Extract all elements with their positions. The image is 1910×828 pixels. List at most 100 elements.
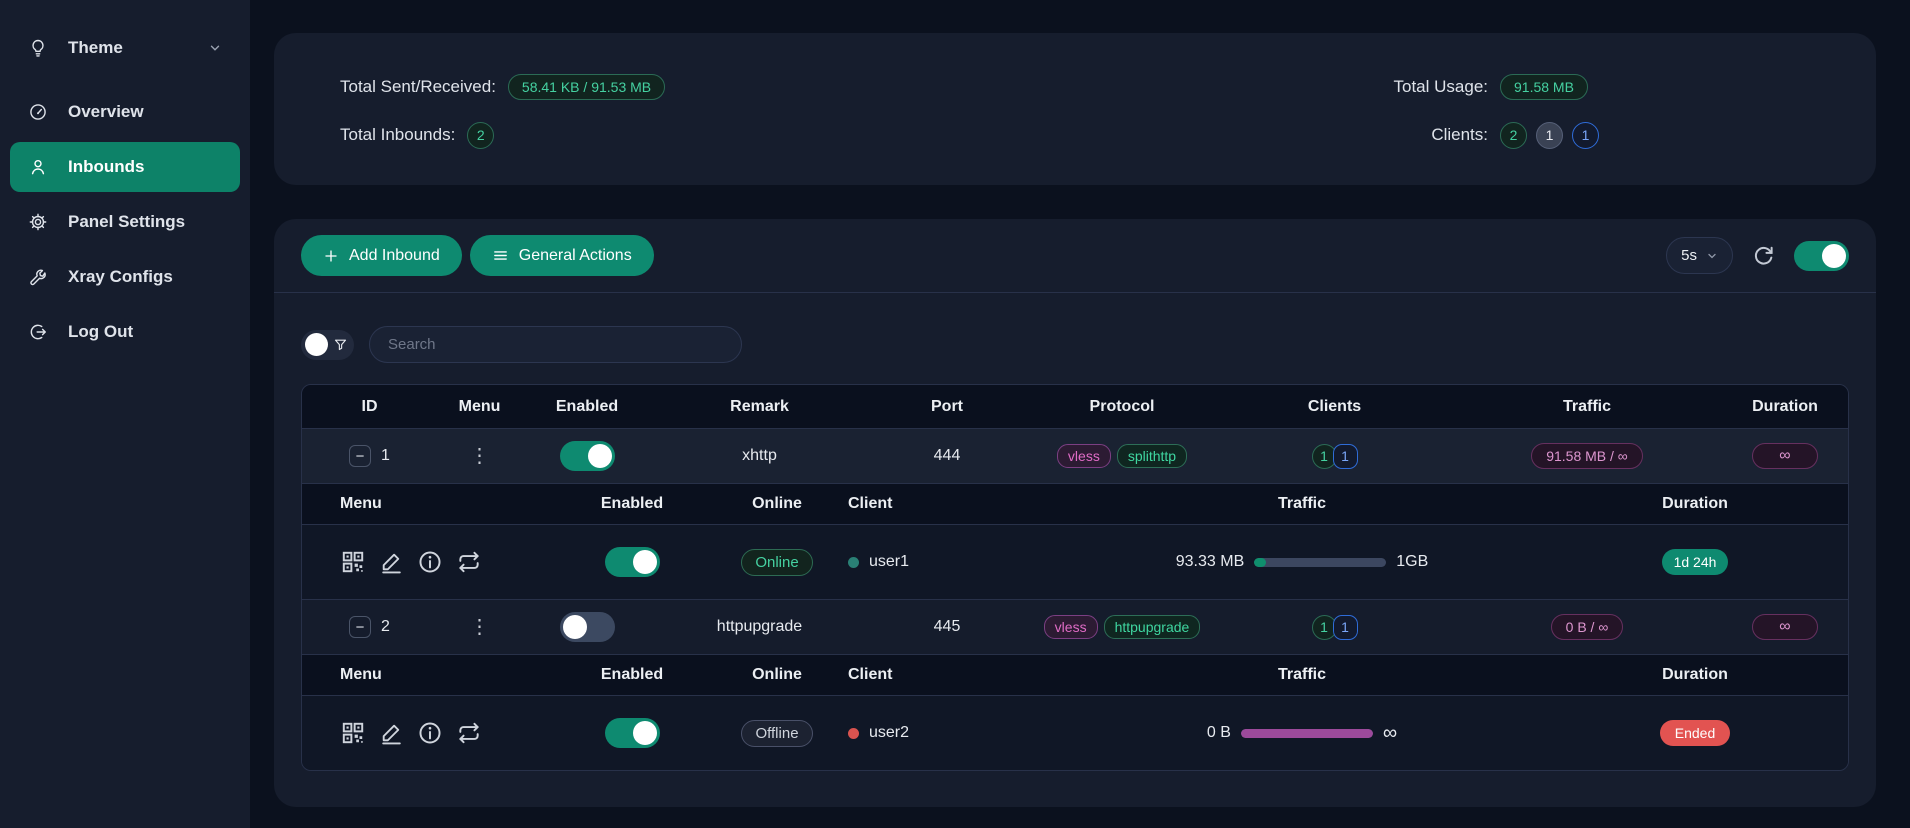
reset-traffic-icon[interactable] (456, 720, 482, 746)
filter-toggle[interactable] (301, 330, 354, 360)
header-port: Port (867, 398, 1027, 416)
reset-traffic-icon[interactable] (456, 549, 482, 575)
subheader-enabled: Enabled (542, 666, 722, 684)
info-icon[interactable] (417, 720, 443, 746)
wrench-icon (28, 267, 48, 287)
collapse-row-icon[interactable]: − (349, 616, 371, 638)
client-enabled-toggle[interactable] (605, 547, 660, 577)
client-traffic-bar (1254, 558, 1386, 567)
clients-online-badge: 1 (1572, 122, 1599, 149)
search-input[interactable] (369, 326, 742, 363)
client-traffic-used: 93.33 MB (1176, 553, 1244, 571)
sidebar-item-panel-settings[interactable]: Panel Settings (10, 197, 240, 247)
clients-deactive-badge: 1 (1536, 122, 1563, 149)
sidebar-item-overview[interactable]: Overview (10, 87, 240, 137)
subheader-enabled: Enabled (542, 495, 722, 513)
inbound-remark: httpupgrade (652, 618, 867, 636)
header-enabled: Enabled (522, 398, 652, 416)
transport-tag: splithttp (1117, 444, 1187, 468)
inbounds-panel: Add Inbound General Actions 5s (274, 219, 1876, 807)
funnel-icon (333, 337, 348, 352)
sidebar-item-label: Panel Settings (68, 212, 185, 232)
inbound-id: 1 (381, 447, 390, 465)
clients-total-badge: 2 (1500, 122, 1527, 149)
inbound-port: 445 (867, 618, 1027, 636)
add-inbound-button[interactable]: Add Inbound (301, 235, 462, 276)
qr-code-icon[interactable] (340, 549, 366, 575)
subheader-traffic: Traffic (1062, 666, 1542, 684)
subheader-menu: Menu (302, 495, 542, 513)
auto-refresh-toggle[interactable] (1794, 241, 1849, 271)
subheader-client: Client (832, 666, 1062, 684)
inbound-duration-badge: ∞ (1752, 443, 1817, 469)
inbound-id: 2 (381, 618, 390, 636)
total-inbounds-label: Total Inbounds: (340, 125, 455, 145)
inbound-traffic-badge: 91.58 MB / ∞ (1531, 443, 1643, 469)
client-traffic-total: ∞ (1383, 723, 1397, 743)
header-remark: Remark (652, 398, 867, 416)
info-icon[interactable] (417, 549, 443, 575)
lightbulb-icon (28, 38, 48, 58)
client-traffic-total: 1GB (1396, 553, 1428, 571)
table-header-row: ID Menu Enabled Remark Port Protocol Cli… (302, 385, 1848, 428)
inbound-row-1: − 1 ⋮ xhttp 444 vless splithttp 1 1 (302, 428, 1848, 483)
inbound-row-2: − 2 ⋮ httpupgrade 445 vless httpupgrade … (302, 599, 1848, 654)
row-menu-icon[interactable]: ⋮ (470, 446, 490, 466)
total-usage-label: Total Usage: (1120, 77, 1488, 97)
client-traffic-bar (1241, 729, 1373, 738)
client-status-dot (848, 557, 859, 568)
client-enabled-toggle[interactable] (605, 718, 660, 748)
refresh-icon[interactable] (1751, 243, 1776, 268)
total-sent-received-label: Total Sent/Received: (340, 77, 496, 97)
inbounds-table: ID Menu Enabled Remark Port Protocol Cli… (301, 384, 1849, 771)
inbound-enabled-toggle[interactable] (560, 441, 615, 471)
subheader-online: Online (722, 495, 832, 513)
client-status-badge: Offline (741, 720, 812, 747)
inbound-port: 444 (867, 447, 1027, 465)
general-actions-label: General Actions (519, 247, 632, 265)
row-menu-icon[interactable]: ⋮ (470, 617, 490, 637)
add-inbound-label: Add Inbound (349, 247, 440, 265)
gear-icon (28, 212, 48, 232)
inbound-enabled-toggle[interactable] (560, 612, 615, 642)
clients-label: Clients: (1120, 125, 1488, 145)
stats-card: Total Sent/Received: 58.41 KB / 91.53 MB… (274, 33, 1876, 185)
main-content: Total Sent/Received: 58.41 KB / 91.53 MB… (250, 0, 1910, 828)
protocol-tag: vless (1057, 444, 1111, 468)
sidebar-item-inbounds[interactable]: Inbounds (10, 142, 240, 192)
inbound-traffic-badge: 0 B / ∞ (1551, 614, 1624, 640)
plus-icon (323, 248, 339, 264)
sidebar-item-logout[interactable]: Log Out (10, 307, 240, 357)
total-inbounds-badge: 2 (467, 122, 494, 149)
sidebar-item-label: Overview (68, 102, 144, 122)
toolbar: Add Inbound General Actions 5s (301, 219, 1849, 292)
dashboard-icon (28, 102, 48, 122)
qr-code-icon[interactable] (340, 720, 366, 746)
client-name: user2 (869, 724, 909, 742)
header-protocol: Protocol (1027, 398, 1217, 416)
client-table-header-1: Menu Enabled Online Client Traffic Durat… (302, 483, 1848, 524)
user-icon (28, 157, 48, 177)
refresh-interval-value: 5s (1681, 247, 1697, 264)
header-id: ID (302, 398, 437, 416)
client-count-blue: 1 (1333, 615, 1358, 640)
collapse-row-icon[interactable]: − (349, 445, 371, 467)
client-traffic-used: 0 B (1207, 724, 1231, 742)
search-row (301, 293, 1849, 363)
client-row-1: Online user1 93.33 MB 1GB 1d 24h (302, 524, 1848, 599)
subheader-traffic: Traffic (1062, 495, 1542, 513)
sidebar-item-theme[interactable]: Theme (10, 23, 240, 73)
filter-toggle-knob (305, 333, 328, 356)
sidebar: Theme Overview Inbounds Panel Settings (0, 0, 250, 828)
inbound-duration-badge: ∞ (1752, 614, 1817, 640)
client-table-header-2: Menu Enabled Online Client Traffic Durat… (302, 654, 1848, 695)
edit-icon[interactable] (379, 550, 404, 575)
client-status-badge: Online (741, 549, 812, 576)
refresh-interval-select[interactable]: 5s (1666, 237, 1733, 274)
subheader-menu: Menu (302, 666, 542, 684)
client-name: user1 (869, 553, 909, 571)
sidebar-item-xray-configs[interactable]: Xray Configs (10, 252, 240, 302)
client-duration-badge: Ended (1660, 720, 1730, 746)
general-actions-button[interactable]: General Actions (470, 235, 654, 276)
edit-icon[interactable] (379, 721, 404, 746)
